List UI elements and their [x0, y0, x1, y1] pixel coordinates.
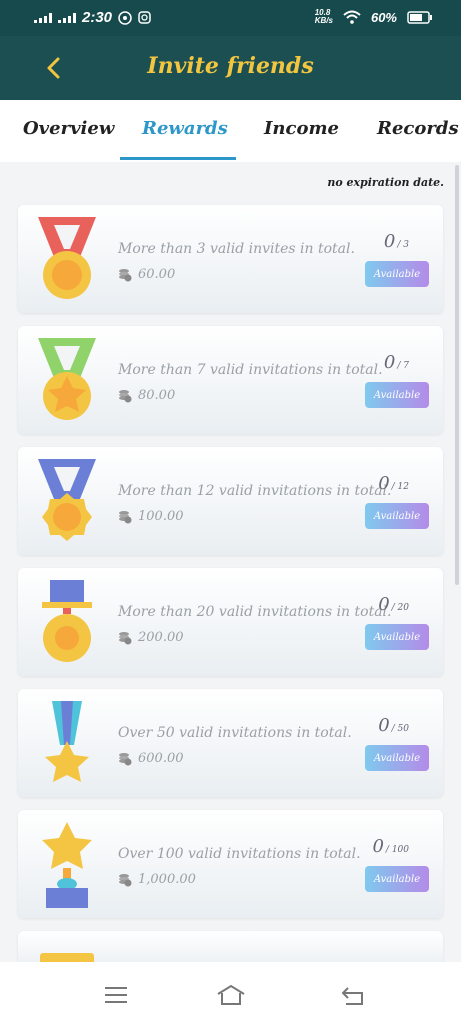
- page-title: Invite friends: [147, 53, 314, 79]
- star-medal-icon: [45, 701, 89, 782]
- coin-stack-icon: [119, 268, 132, 281]
- reward-amount: 60.00: [118, 267, 175, 282]
- tab-records[interactable]: Records: [377, 118, 459, 139]
- reward-condition: Over 50 valid invitations in total.: [118, 725, 352, 741]
- blue-medal-icon: [38, 459, 96, 541]
- reward-progress: 0/ 20: [378, 594, 409, 615]
- net-speed: 10.8 KB/s: [314, 8, 333, 25]
- app-header: Invite friends: [0, 36, 461, 100]
- battery-icon: [407, 10, 432, 24]
- coin-stack-icon: [119, 631, 132, 644]
- scrollbar[interactable]: [455, 165, 459, 585]
- reward-card: More than 20 valid invitations in total.…: [18, 568, 443, 676]
- return-icon[interactable]: [340, 984, 366, 1006]
- expiration-note: no expiration date.: [327, 176, 444, 189]
- coin-stack-icon: [119, 873, 132, 886]
- signal-icon: [58, 12, 76, 23]
- available-button[interactable]: Available: [365, 866, 429, 892]
- reward-card: Over 100 valid invitations in total. 1,0…: [18, 810, 443, 918]
- battery-percent: 60%: [370, 9, 397, 25]
- reward-amount: 600.00: [118, 751, 184, 766]
- available-button[interactable]: Available: [365, 261, 429, 287]
- hat-medal-icon: [42, 580, 92, 662]
- reward-progress: 0/ 3: [383, 231, 409, 252]
- status-bar: 2:30 10.8 KB/s 60%: [0, 0, 461, 36]
- reward-condition: More than 7 valid invitations in total.: [118, 362, 383, 378]
- coin-stack-icon: [119, 752, 132, 765]
- tab-bar: Overview Rewards Income Records: [0, 100, 461, 162]
- reward-card: Over 50 valid invitations in total. 600.…: [18, 689, 443, 797]
- reward-amount: 80.00: [118, 388, 175, 403]
- reward-condition: Over 100 valid invitations in total.: [118, 846, 361, 862]
- reward-card: More than 7 valid invitations in total. …: [18, 326, 443, 434]
- instagram-icon: [138, 11, 151, 24]
- wifi-icon: [343, 10, 361, 24]
- reward-card: More than 12 valid invitations in total.…: [18, 447, 443, 555]
- available-button[interactable]: Available: [365, 745, 429, 771]
- coin-stack-icon: [119, 389, 132, 402]
- reward-card: More than 3 valid invites in total. 60.0…: [18, 205, 443, 313]
- star-trophy-icon: [42, 822, 92, 908]
- reward-condition: More than 20 valid invitations in total.: [118, 604, 392, 620]
- reward-progress: 0/ 12: [378, 473, 409, 494]
- menu-icon[interactable]: [103, 984, 129, 1006]
- reward-progress: 0/ 50: [378, 715, 409, 736]
- tab-overview[interactable]: Overview: [23, 118, 114, 139]
- available-button[interactable]: Available: [365, 382, 429, 408]
- reward-progress: 0/ 100: [372, 836, 409, 857]
- whatsapp-icon: [118, 10, 132, 25]
- signal-icon: [34, 12, 52, 23]
- reward-condition: More than 12 valid invitations in total.: [118, 483, 392, 499]
- available-button[interactable]: Available: [365, 503, 429, 529]
- coin-stack-icon: [119, 510, 132, 523]
- reward-amount: 200.00: [118, 630, 184, 645]
- reward-amount: 1,000.00: [118, 872, 196, 887]
- red-medal-icon: [38, 217, 96, 299]
- reward-condition: More than 3 valid invites in total.: [118, 241, 355, 257]
- green-medal-icon: [38, 338, 96, 420]
- reward-progress: 0/ 7: [383, 352, 409, 373]
- available-button[interactable]: Available: [365, 624, 429, 650]
- tab-income[interactable]: Income: [264, 118, 339, 139]
- status-time: 2:30: [82, 9, 113, 26]
- home-icon[interactable]: [216, 984, 246, 1006]
- tab-rewards[interactable]: Rewards: [142, 118, 228, 139]
- system-nav-bar: [0, 962, 461, 1024]
- active-tab-indicator: [120, 157, 236, 160]
- reward-amount: 100.00: [118, 509, 184, 524]
